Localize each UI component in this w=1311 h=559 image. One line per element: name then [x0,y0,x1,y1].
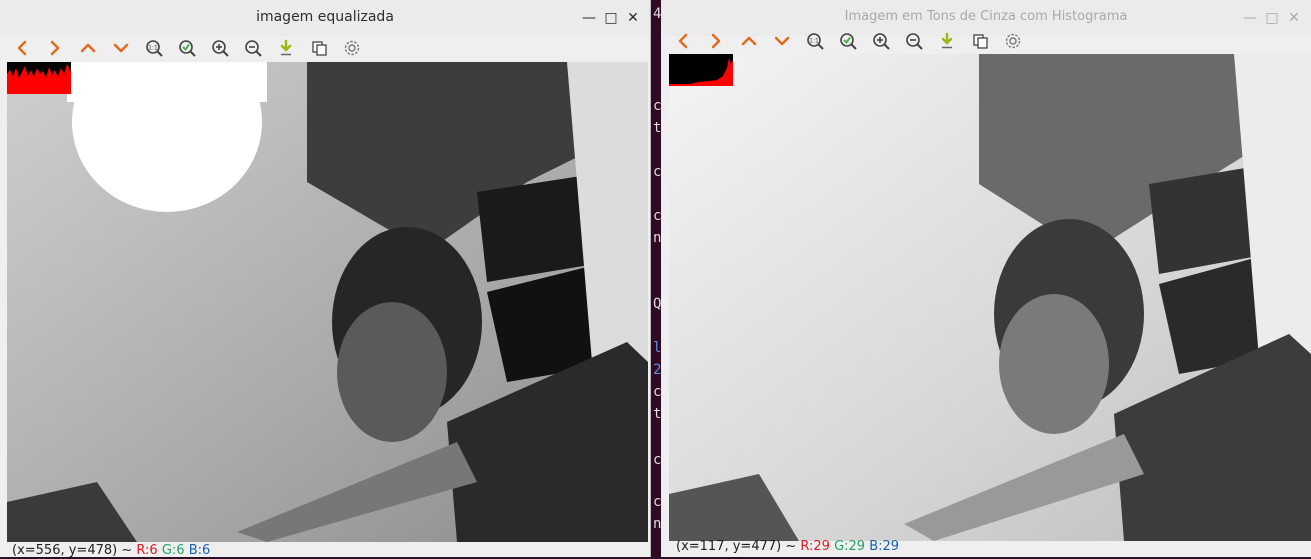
save-icon [941,32,953,49]
save-button[interactable] [935,30,959,52]
pan-left-button[interactable] [10,37,34,59]
pan-down-icon [774,36,790,46]
zoom-in-icon [212,40,229,57]
status-bar: (x=117, y=477) ~ R:29 G:29 B:29 [672,539,1311,555]
toolbar: 1:1 [10,36,364,60]
window-title: imagem equalizada [256,9,394,25]
zoom-in-button[interactable] [208,37,232,59]
pan-left-icon [17,40,27,56]
zoom-in-icon [873,33,890,50]
image-canvas[interactable] [7,62,648,542]
pan-right-button[interactable] [43,37,67,59]
maximize-button[interactable]: □ [600,9,622,27]
properties-icon [344,40,360,56]
zoom-fit-button[interactable] [175,37,199,59]
zoom-fit-button[interactable] [836,30,860,52]
save-button[interactable] [274,37,298,59]
maximize-button[interactable]: □ [1261,9,1283,27]
titlebar[interactable]: imagem equalizada — □ ✕ [0,0,650,36]
cursor-coords: (x=117, y=477) ~ [676,539,797,554]
red-value: R:29 [800,539,830,554]
pan-up-icon [741,36,757,46]
blue-value: B:29 [869,539,900,554]
minimize-button[interactable]: — [1239,9,1261,27]
pan-down-button[interactable] [770,30,794,52]
pan-right-button[interactable] [704,30,728,52]
window-title: Imagem em Tons de Cinza com Histograma [844,9,1128,24]
pan-down-button[interactable] [109,37,133,59]
properties-button[interactable] [1001,30,1025,52]
zoom-fit-icon [179,40,196,57]
copy-button[interactable] [968,30,992,52]
pan-left-icon [678,33,688,49]
close-button[interactable]: ✕ [622,9,644,27]
zoom-original-icon: 1:1 [146,40,163,57]
cursor-coords: (x=556, y=478) ~ [12,543,133,558]
pan-right-icon [50,40,60,56]
properties-button[interactable] [340,37,364,59]
minimize-button[interactable]: — [578,9,600,27]
zoom-out-icon [906,33,923,50]
toolbar: 1:1 [671,29,1025,53]
svg-text:1:1: 1:1 [809,38,819,45]
copy-icon [312,41,327,56]
copy-icon [973,34,988,49]
green-value: G:29 [834,539,866,554]
save-icon [280,39,292,56]
zoom-out-icon [245,40,262,57]
histogram-overlay [669,54,733,86]
close-button[interactable]: ✕ [1283,9,1305,27]
grayscale-image [669,54,1311,541]
histogram-overlay [7,62,71,94]
zoom-original-button[interactable]: 1:1 [142,37,166,59]
properties-icon [1005,33,1021,49]
equalized-image-window: imagem equalizada — □ ✕ 1:1 (x=556, y=47… [0,0,651,558]
pan-left-button[interactable] [671,30,695,52]
pan-down-icon [113,43,129,53]
pan-up-button[interactable] [737,30,761,52]
pan-up-icon [80,43,96,53]
blue-value: B:6 [188,543,211,558]
background-terminal: 4_ cp te cp cp n Q la 2 cp te cp cp n [651,0,670,557]
grayscale-histogram-window: Imagem em Tons de Cinza com Histograma —… [661,0,1311,557]
green-value: G:6 [161,543,185,558]
equalized-image [7,62,648,542]
pan-right-icon [711,33,721,49]
zoom-fit-icon [840,33,857,50]
zoom-out-button[interactable] [241,37,265,59]
zoom-in-button[interactable] [869,30,893,52]
copy-button[interactable] [307,37,331,59]
pan-up-button[interactable] [76,37,100,59]
zoom-original-button[interactable]: 1:1 [803,30,827,52]
zoom-original-icon: 1:1 [807,33,824,50]
red-value: R:6 [136,543,158,558]
svg-text:1:1: 1:1 [148,45,158,52]
zoom-out-button[interactable] [902,30,926,52]
image-canvas[interactable] [669,54,1311,541]
